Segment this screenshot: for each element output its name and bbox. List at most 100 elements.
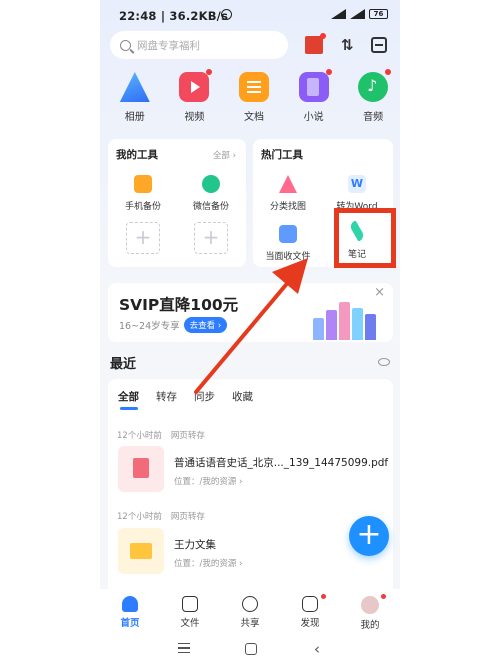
category-label: 相册 <box>124 112 145 123</box>
pdf-icon <box>118 446 164 492</box>
hot-tools-title: 热门工具 <box>261 149 303 161</box>
category-label: 文档 <box>243 112 264 123</box>
sort-icon[interactable]: ⇅ <box>341 36 355 54</box>
tab-label: 首页 <box>120 618 140 629</box>
category-video[interactable]: 视频 <box>168 69 222 123</box>
tab-share[interactable]: 共享 <box>220 589 280 633</box>
gift-icon[interactable] <box>305 33 326 54</box>
phone-screen: 22:48 | 36.2KB/s 76 网盘专享福利 ⇅ 相册 视频 文档 小说 <box>100 0 400 666</box>
video-icon <box>179 69 213 102</box>
receive-file-icon <box>279 225 297 243</box>
recent-list: 全部 转存 同步 收藏 12个小时前 网页转存 普通话语音史话_北京..._13… <box>108 379 393 589</box>
tool-wechat-backup[interactable]: 微信备份 <box>180 175 242 212</box>
tool-label: 分类找图 <box>269 202 306 212</box>
system-navbar: ‹ <box>100 633 400 666</box>
recent-tabs: 全部 转存 同步 收藏 <box>118 389 253 410</box>
my-tools-card: 我的工具 全部 › 手机备份 微信备份 + + <box>108 139 246 267</box>
share-icon <box>242 596 258 612</box>
add-tool-slot[interactable]: + <box>194 222 228 254</box>
bottom-tabbar: 首页 文件 共享 发现 我的 <box>100 589 400 633</box>
category-audio[interactable]: 音频 <box>346 69 400 123</box>
file-time: 12个小时前 <box>117 431 162 441</box>
scan-icon[interactable] <box>371 37 387 53</box>
category-label: 音频 <box>363 112 384 123</box>
file-meta: 12个小时前 网页转存 <box>117 429 205 441</box>
recent-title: 最近 <box>110 357 137 372</box>
alarm-icon <box>221 9 232 20</box>
search-input[interactable]: 网盘专享福利 <box>110 31 288 59</box>
tool-label: 手机备份 <box>124 202 161 212</box>
tab-saved[interactable]: 转存 <box>156 389 177 404</box>
discover-icon <box>302 596 318 612</box>
eye-icon[interactable] <box>378 358 390 366</box>
category-row: 相册 视频 文档 小说 音频 <box>100 69 400 123</box>
tool-phone-backup[interactable]: 手机备份 <box>112 175 174 212</box>
tool-convert-word[interactable]: W 转为Word <box>326 175 388 212</box>
audio-icon <box>358 69 392 102</box>
home-button-icon[interactable] <box>245 643 257 655</box>
status-right: 76 <box>331 9 388 19</box>
add-button[interactable]: + <box>349 516 389 556</box>
file-source: 网页转存 <box>170 431 205 441</box>
category-album[interactable]: 相册 <box>108 72 162 123</box>
svip-banner[interactable]: SVIP直降100元 16~24岁专享 去查看 › × <box>108 283 393 342</box>
file-path[interactable]: 位置：/我的资源 › <box>174 557 242 569</box>
tab-files[interactable]: 文件 <box>160 589 220 633</box>
signal-icon <box>331 9 346 19</box>
folder-icon <box>118 528 164 574</box>
status-bar: 22:48 | 36.2KB/s 76 <box>100 8 400 26</box>
file-name[interactable]: 普通话语音史话_北京..._139_14475099.pdf <box>174 455 388 470</box>
tab-label: 我的 <box>360 620 380 631</box>
file-meta: 12个小时前 网页转存 <box>117 510 205 522</box>
notification-dot <box>381 594 386 599</box>
tab-label: 共享 <box>240 618 260 629</box>
tab-discover[interactable]: 发现 <box>280 589 340 633</box>
notification-dot <box>206 69 213 75</box>
tab-all[interactable]: 全部 <box>118 389 139 410</box>
all-tools-link[interactable]: 全部 › <box>213 149 236 161</box>
banner-subtitle: 16~24岁专享 去查看 › <box>119 317 228 333</box>
tab-favorites[interactable]: 收藏 <box>232 389 253 404</box>
banner-cta-button[interactable]: 去查看 › <box>183 317 228 333</box>
tool-label: 微信备份 <box>192 202 229 212</box>
wechat-backup-icon <box>202 175 220 193</box>
avatar <box>361 596 379 614</box>
add-tool-slot[interactable]: + <box>126 222 160 254</box>
category-document[interactable]: 文档 <box>227 72 281 123</box>
phone-backup-icon <box>134 175 152 193</box>
signal-icon <box>350 9 365 19</box>
tab-me[interactable]: 我的 <box>340 589 400 633</box>
banner-headline: SVIP直降100元 <box>119 296 239 314</box>
close-icon[interactable]: × <box>374 285 385 300</box>
word-icon: W <box>348 175 366 193</box>
category-novel[interactable]: 小说 <box>287 69 341 123</box>
file-name[interactable]: 王力文集 <box>174 537 216 552</box>
home-icon <box>122 596 138 612</box>
back-icon[interactable]: ‹ <box>314 640 320 658</box>
photo-classify-icon <box>279 175 297 193</box>
file-source: 网页转存 <box>170 512 205 522</box>
tab-home[interactable]: 首页 <box>100 589 160 633</box>
tab-label: 文件 <box>180 618 200 629</box>
tool-classify-photos[interactable]: 分类找图 <box>257 175 319 212</box>
status-time: 22:48 | 36.2KB/s <box>119 9 229 23</box>
menu-icon[interactable] <box>178 643 190 653</box>
battery-icon: 76 <box>369 9 388 19</box>
category-label: 小说 <box>303 112 324 123</box>
category-label: 视频 <box>184 112 205 123</box>
tool-label: 当面收文件 <box>265 252 311 262</box>
notification-dot <box>325 69 332 75</box>
file-path[interactable]: 位置：/我的资源 › <box>174 475 242 487</box>
document-icon <box>238 72 269 102</box>
novel-icon <box>298 69 332 102</box>
file-time: 12个小时前 <box>117 512 162 522</box>
notification-dot <box>385 69 392 75</box>
folder-icon <box>182 596 198 612</box>
highlight-box <box>334 208 396 268</box>
tab-label: 发现 <box>300 618 320 629</box>
tab-sync[interactable]: 同步 <box>194 389 215 404</box>
notification-dot <box>321 594 326 599</box>
tool-receive-files[interactable]: 当面收文件 <box>257 225 319 262</box>
album-icon <box>119 72 150 102</box>
search-placeholder: 网盘专享福利 <box>137 39 200 52</box>
